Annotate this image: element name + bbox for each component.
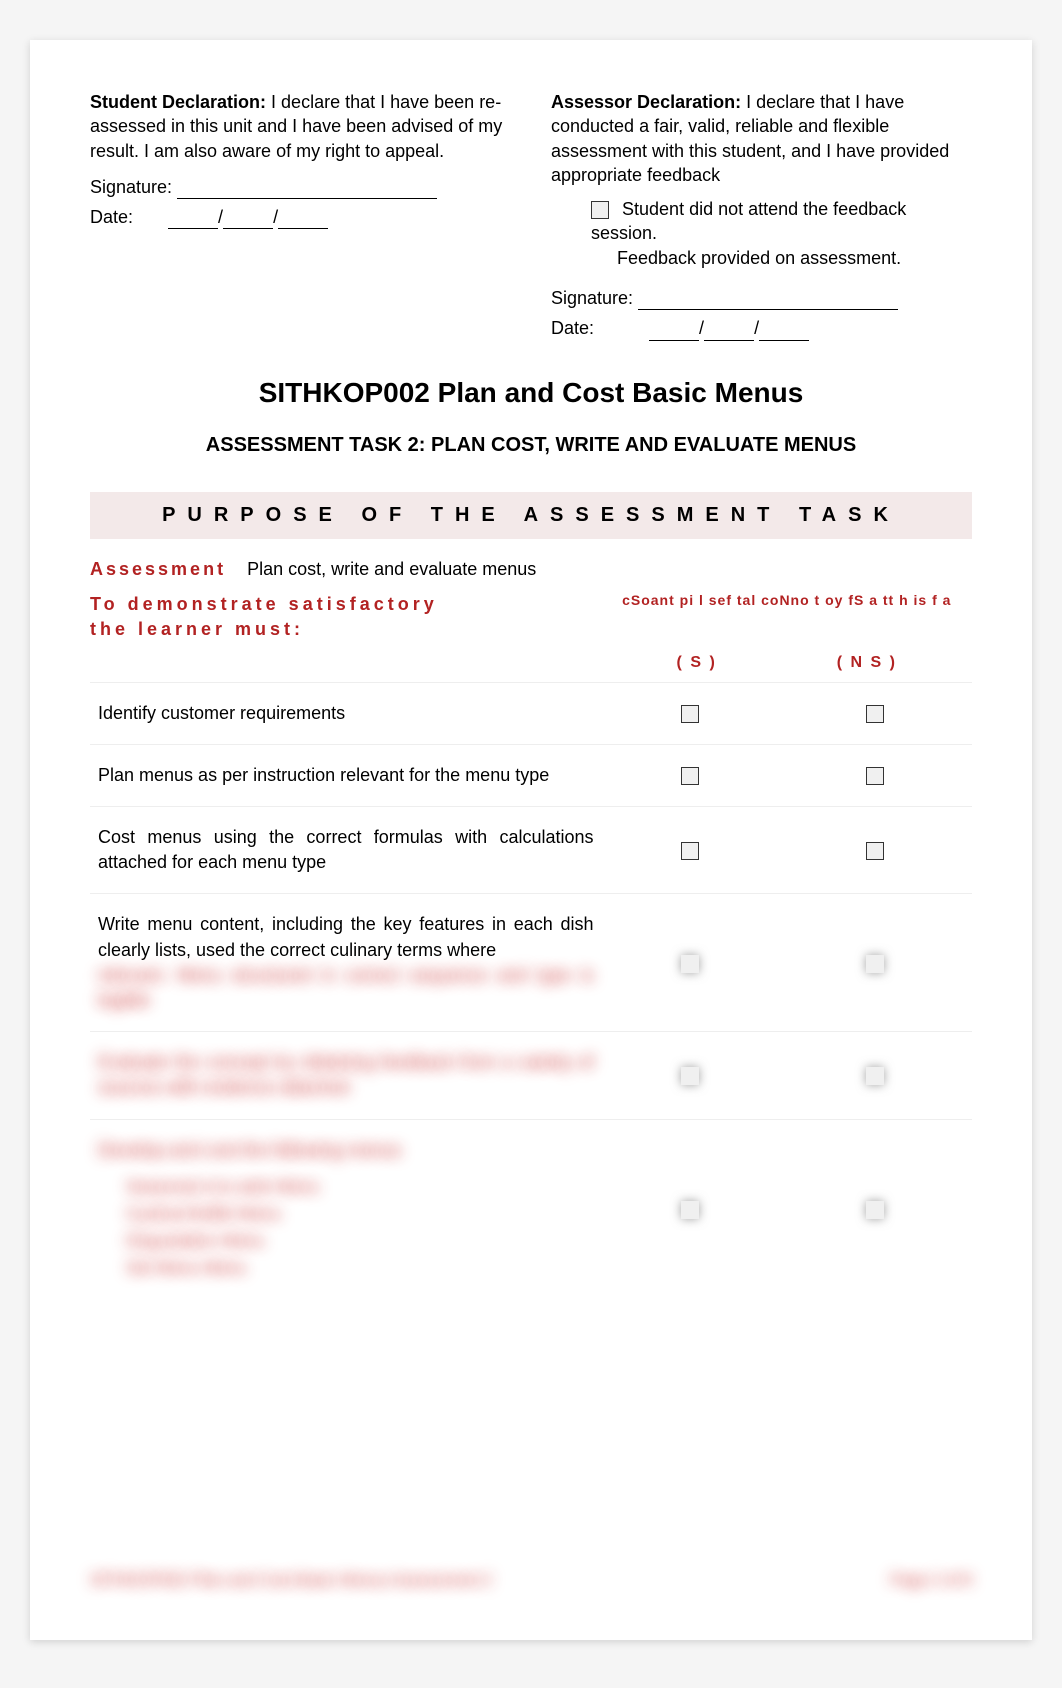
assessor-date-d[interactable] (649, 323, 699, 341)
list-item: Set Menu Menu (126, 1254, 594, 1281)
student-declaration: Student Declaration: I declare that I ha… (90, 90, 511, 347)
assessor-signature-label: Signature: (551, 288, 633, 308)
assessor-date-label: Date: (551, 318, 594, 338)
student-date-d[interactable] (168, 211, 218, 229)
student-decl-label: Student Declaration: (90, 92, 266, 112)
table-row: Identify customer requirements (90, 682, 972, 744)
student-signature-line[interactable] (177, 181, 437, 199)
ns-checkbox[interactable] (866, 767, 884, 785)
assessor-declaration: Assessor Declaration: I declare that I h… (551, 90, 972, 347)
s-checkbox[interactable] (681, 767, 699, 785)
criteria-text: Cost menus using the correct formulas wi… (90, 807, 602, 894)
student-date-m[interactable] (223, 211, 273, 229)
ns-checkbox-blurred[interactable] (866, 1201, 884, 1219)
assessor-date-m[interactable] (704, 323, 754, 341)
student-date-y[interactable] (278, 211, 328, 229)
assess-suffix: , write and evaluate menus (321, 559, 536, 579)
criteria-text: Write menu content, including the key fe… (90, 894, 602, 1032)
table-row: Cost menus using the correct formulas wi… (90, 807, 972, 894)
criteria-intro-2: the learner must: (90, 617, 602, 642)
feedback-checkbox[interactable] (591, 201, 609, 219)
ns-label: ( N S ) (837, 654, 897, 672)
ns-checkbox-blurred[interactable] (866, 955, 884, 973)
page-footer: SITHKOP002 Plan and Cost Basic Menus Ass… (90, 1572, 972, 1590)
criteria-blurred-head: Develop and cost the following menus (98, 1138, 594, 1163)
table-row: Develop and cost the following menus Sea… (90, 1119, 972, 1299)
footer-left: SITHKOP002 Plan and Cost Basic Menus Ass… (90, 1572, 492, 1590)
criteria-table: Identify customer requirements Plan menu… (90, 682, 972, 1300)
s-checkbox-blurred[interactable] (681, 1067, 699, 1085)
assessor-signature-line[interactable] (638, 292, 898, 310)
assess-mid: Plan cost (247, 559, 321, 579)
table-row: Write menu content, including the key fe… (90, 894, 972, 1032)
ns-checkbox[interactable] (866, 842, 884, 860)
table-row: Evaluate the concept by obtaining feedba… (90, 1032, 972, 1119)
criteria-text: Identify customer requirements (90, 682, 602, 744)
criteria-header: To demonstrate satisfactory the learner … (90, 592, 972, 672)
criteria-text: Plan menus as per instruction relevant f… (90, 744, 602, 806)
assessment-line: Assessment Plan cost, write and evaluate… (90, 559, 972, 580)
footer-right: Page 2 of 8 (890, 1572, 972, 1590)
ns-checkbox[interactable] (866, 705, 884, 723)
criteria-sublist: Seasonal à la carte Menu Cyclical Buffet… (126, 1173, 594, 1282)
assessor-date-y[interactable] (759, 323, 809, 341)
criteria-intro-1: To demonstrate satisfactory (90, 592, 602, 617)
feedback-note2: Feedback provided on assessment. (617, 248, 901, 268)
student-signature-label: Signature: (90, 177, 172, 197)
list-item: Seasonal à la carte Menu (126, 1173, 594, 1200)
s-checkbox-blurred[interactable] (681, 955, 699, 973)
criteria-blurred-tail: relevant. Menu structured in correct seq… (98, 963, 594, 1013)
feedback-note1: Student did not attend the feedback sess… (591, 199, 906, 243)
table-row: Plan menus as per instruction relevant f… (90, 744, 972, 806)
criteria-blurred-with-list: Develop and cost the following menus Sea… (90, 1119, 602, 1299)
criteria-garble: cSoant pi l sef tal coNno t oy fS a tt h… (622, 592, 951, 608)
s-checkbox-blurred[interactable] (681, 1201, 699, 1219)
purpose-heading: PURPOSE OF THE ASSESSMENT TASK (90, 492, 972, 539)
task-title: ASSESSMENT TASK 2: PLAN COST, WRITE AND … (90, 434, 972, 457)
list-item: Degustation Menu (126, 1227, 594, 1254)
assess-prefix: Assessment (90, 559, 226, 579)
criteria-blurred: Evaluate the concept by obtaining feedba… (90, 1032, 602, 1119)
list-item: Cyclical Buffet Menu (126, 1200, 594, 1227)
criteria-visible: Write menu content, including the key fe… (98, 914, 594, 959)
s-checkbox[interactable] (681, 842, 699, 860)
student-date-label: Date: (90, 207, 133, 227)
assessor-decl-label: Assessor Declaration: (551, 92, 741, 112)
s-checkbox[interactable] (681, 705, 699, 723)
unit-title: SITHKOP002 Plan and Cost Basic Menus (90, 377, 972, 409)
s-label: ( S ) (677, 654, 717, 672)
ns-checkbox-blurred[interactable] (866, 1067, 884, 1085)
